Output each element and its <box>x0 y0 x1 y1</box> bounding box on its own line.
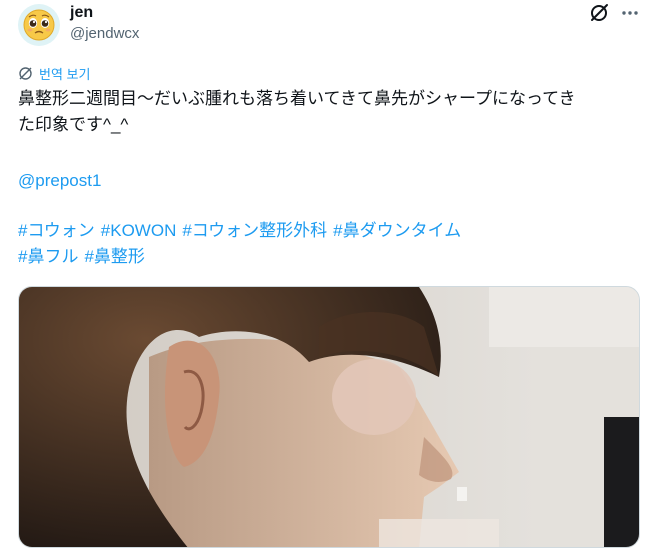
grok-icon <box>591 4 608 21</box>
more-horizontal-icon <box>622 11 638 15</box>
hashtags-row-1: #コウォン #KOWON #コウォン整形外科 #鼻ダウンタイム <box>18 218 467 244</box>
tweet-photo[interactable] <box>18 286 640 548</box>
tweet-text: 鼻整形二週間目〜だいぶ腫れも落ち着いてきて鼻先がシャープになってき た印象です^… <box>18 86 640 138</box>
hashtag-link[interactable]: #コウォン <box>18 221 95 240</box>
hashtag-link[interactable]: #鼻ダウンタイム <box>333 221 461 240</box>
hashtag-link[interactable]: #鼻整形 <box>84 247 144 266</box>
hashtag-link[interactable]: #KOWON <box>101 221 177 240</box>
more-options-button[interactable] <box>620 2 640 24</box>
tweet-text-line-2: た印象です^_^ <box>18 115 129 134</box>
translate-globe-icon <box>19 67 32 80</box>
hashtag-link[interactable]: #コウォン整形外科 <box>182 221 327 240</box>
user-handle[interactable]: @jendwcx <box>70 25 139 42</box>
translate-label: 번역 보기 <box>39 67 91 82</box>
hashtag-link[interactable]: #鼻フル <box>18 247 78 266</box>
avatar[interactable] <box>18 4 60 46</box>
hashtags-row-2: #鼻フル #鼻整形 <box>18 244 151 270</box>
display-name[interactable]: jen <box>70 4 93 22</box>
pleading-face-emoji-icon <box>23 9 55 41</box>
translate-link[interactable]: 번역 보기 <box>18 64 90 83</box>
profile-photo <box>19 287 639 547</box>
mention-link[interactable]: @prepost1 <box>18 168 101 194</box>
grok-button[interactable] <box>588 2 610 24</box>
tweet-text-line-1: 鼻整形二週間目〜だいぶ腫れも落ち着いてきて鼻先がシャープになってき <box>18 89 576 108</box>
